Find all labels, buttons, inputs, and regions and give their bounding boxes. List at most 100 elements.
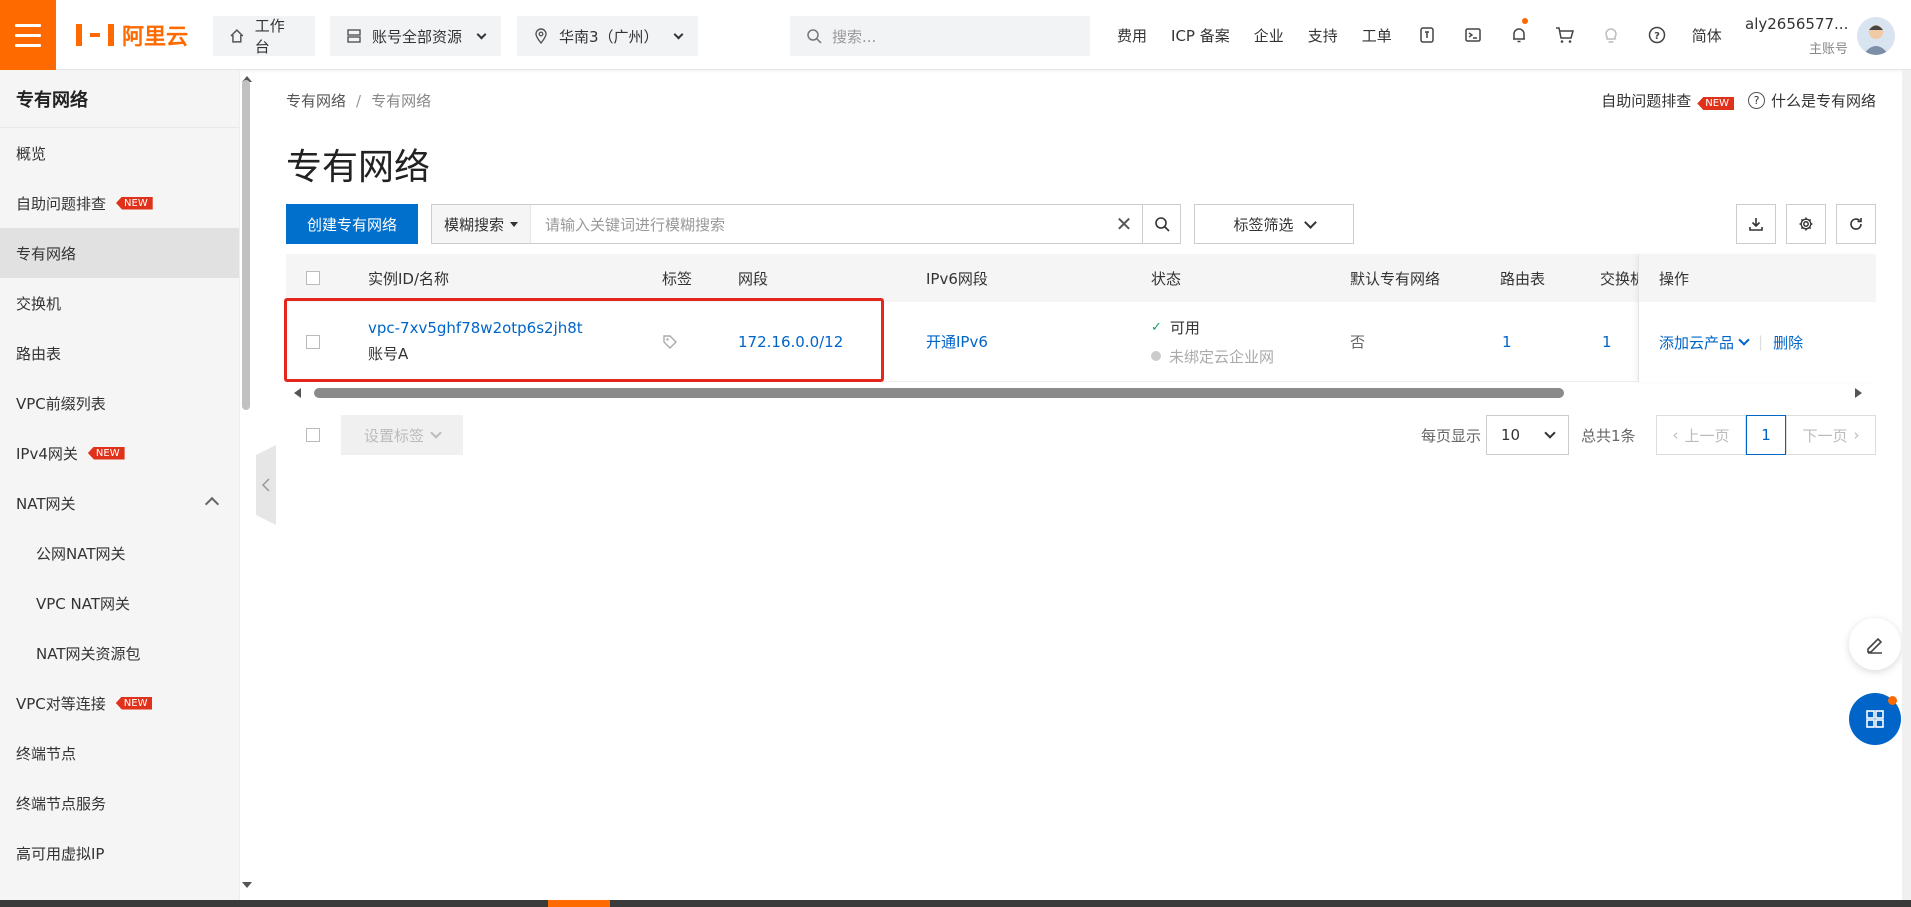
page-1-button[interactable]: 1 <box>1746 415 1786 455</box>
apps-button[interactable] <box>1849 693 1901 745</box>
per-page-label: 每页显示 <box>1421 427 1482 445</box>
language-switch[interactable]: 简体 <box>1680 25 1734 46</box>
search-icon <box>1154 217 1170 232</box>
per-page-select[interactable]: 10 <box>1486 415 1569 455</box>
sidebar-item-prefix-list[interactable]: VPC前缀列表 <box>0 378 239 428</box>
workbench-label: 工作台 <box>254 17 285 56</box>
status-cell: ✓ 可用 未绑定云企业网 <box>1151 302 1274 381</box>
sidebar-item-self-check[interactable]: 自助问题排查 NEW <box>0 178 239 228</box>
new-badge: NEW <box>87 446 125 460</box>
help-icon[interactable]: ? <box>1634 0 1680 70</box>
add-product-dropdown[interactable]: 添加云产品 <box>1659 332 1750 353</box>
lightbulb-icon[interactable] <box>1588 0 1634 70</box>
new-badge: NEW <box>1697 97 1734 110</box>
sidebar-item-label: IPv4网关 <box>16 444 78 463</box>
default-vpc-value: 否 <box>1350 333 1366 351</box>
scroll-right-icon[interactable] <box>1854 388 1862 398</box>
sidebar-item-label: NAT网关资源包 <box>36 644 141 663</box>
terminal-icon[interactable] <box>1450 0 1496 70</box>
breadcrumb-current: 专有网络 <box>371 92 432 110</box>
prev-page-button[interactable]: ‹ 上一页 <box>1656 415 1746 455</box>
cart-icon[interactable] <box>1542 0 1588 70</box>
aliyun-logo[interactable]: 阿里云 <box>76 18 188 52</box>
sidebar-item-label: VPC前缀列表 <box>16 394 106 413</box>
chevron-right-icon: › <box>1853 426 1860 444</box>
sidebar-item-nat-gateway[interactable]: NAT网关 <box>0 478 239 528</box>
self-check-link[interactable]: 自助问题排查 NEW <box>1601 90 1734 111</box>
caret-down-icon <box>510 221 519 227</box>
sidebar-scroll-down-icon[interactable] <box>242 882 252 888</box>
route-table-count-link[interactable]: 1 <box>1502 302 1512 381</box>
status-label: 可用 <box>1169 318 1200 337</box>
table-horizontal-scrollbar[interactable] <box>286 384 1876 398</box>
select-all-checkbox[interactable] <box>306 271 320 285</box>
resources-dropdown[interactable]: 账号全部资源 <box>330 16 501 56</box>
region-label: 华南3（广州） <box>559 27 659 46</box>
page-scrollbar[interactable] <box>1902 70 1911 900</box>
download-button[interactable] <box>1736 204 1776 244</box>
col-ipv6: IPv6网段 <box>926 269 988 288</box>
operations-column: 操作 添加云产品 | 删除 <box>1638 254 1876 382</box>
nav-fees[interactable]: 费用 <box>1105 25 1159 46</box>
sidebar-item-havip[interactable]: 高可用虚拟IP <box>0 828 239 878</box>
workbench-button[interactable]: 工作台 <box>213 16 315 56</box>
user-name: aly2656577... <box>1745 15 1849 33</box>
vswitch-count-link[interactable]: 1 <box>1602 302 1612 381</box>
svg-text:?: ? <box>1654 31 1660 42</box>
sidebar-item-vpc[interactable]: 专有网络 <box>0 228 239 278</box>
sidebar-item-vswitch[interactable]: 交换机 <box>0 278 239 328</box>
nav-support[interactable]: 支持 <box>1296 25 1350 46</box>
create-vpc-button[interactable]: 创建专有网络 <box>286 204 418 244</box>
toolbar: 创建专有网络 模糊搜索 请输入关键词进行模糊搜索 ✕ 标签筛选 <box>286 204 1876 244</box>
delete-link[interactable]: 删除 <box>1773 332 1803 353</box>
highlight-box <box>284 298 884 382</box>
next-page-button[interactable]: 下一页 › <box>1786 415 1876 455</box>
set-tags-button[interactable]: 设置标签 <box>341 415 463 455</box>
user-info[interactable]: aly2656577... 主账号 <box>1745 15 1848 57</box>
sidebar-scrollbar[interactable] <box>242 80 250 410</box>
search-icon <box>807 29 822 44</box>
search-group: 模糊搜索 请输入关键词进行模糊搜索 ✕ <box>431 204 1181 244</box>
enable-ipv6-link[interactable]: 开通IPv6 <box>926 302 988 381</box>
sidebar-item-public-nat[interactable]: 公网NAT网关 <box>0 528 239 578</box>
search-button[interactable] <box>1142 205 1180 243</box>
sidebar-item-nat-package[interactable]: NAT网关资源包 <box>0 628 239 678</box>
sidebar-item-ipv4-gateway[interactable]: IPv4网关 NEW <box>0 428 239 478</box>
scroll-left-icon[interactable] <box>294 388 302 398</box>
sidebar-item-overview[interactable]: 概览 <box>0 128 239 178</box>
sidebar-item-endpoint[interactable]: 终端节点 <box>0 728 239 778</box>
settings-button[interactable] <box>1786 204 1826 244</box>
chevron-left-icon <box>261 478 270 492</box>
cen-status-label: 未绑定云企业网 <box>1169 347 1275 366</box>
what-is-label: 什么是专有网络 <box>1770 92 1876 110</box>
nav-enterprise[interactable]: 企业 <box>1242 25 1296 46</box>
breadcrumb-item[interactable]: 专有网络 <box>286 92 346 110</box>
what-is-vpc-link[interactable]: ? 什么是专有网络 <box>1747 90 1876 111</box>
search-input[interactable]: 请输入关键词进行模糊搜索 <box>531 214 1106 235</box>
bell-icon[interactable] <box>1496 0 1542 70</box>
region-dropdown[interactable]: 华南3（广州） <box>517 16 698 56</box>
sidebar-item-endpoint-service[interactable]: 终端节点服务 <box>0 778 239 828</box>
menu-icon[interactable] <box>0 0 56 70</box>
ai-assistant-icon[interactable] <box>1404 0 1450 70</box>
footer-select-checkbox[interactable] <box>306 428 320 442</box>
search-mode-select[interactable]: 模糊搜索 <box>432 205 532 243</box>
clear-icon[interactable]: ✕ <box>1106 212 1142 236</box>
tag-filter-label: 标签筛选 <box>1233 215 1294 234</box>
global-search-input[interactable]: 搜索... <box>790 16 1090 56</box>
server-icon <box>347 29 361 43</box>
col-cidr: 网段 <box>738 269 769 288</box>
sidebar-collapse-handle[interactable] <box>256 445 276 525</box>
scrollbar-thumb[interactable] <box>314 388 1564 398</box>
nav-ticket[interactable]: 工单 <box>1350 25 1404 46</box>
sidebar-item-label: 概览 <box>16 144 47 163</box>
sidebar-item-route-table[interactable]: 路由表 <box>0 328 239 378</box>
avatar[interactable] <box>1857 17 1895 55</box>
feedback-button[interactable] <box>1849 618 1901 670</box>
sidebar-item-vpc-nat[interactable]: VPC NAT网关 <box>0 578 239 628</box>
nav-icp[interactable]: ICP 备案 <box>1159 25 1242 46</box>
cen-status: 未绑定云企业网 <box>1151 346 1274 367</box>
tag-filter-dropdown[interactable]: 标签筛选 <box>1194 204 1354 244</box>
sidebar-item-vpc-peering[interactable]: VPC对等连接 NEW <box>0 678 239 728</box>
refresh-button[interactable] <box>1836 204 1876 244</box>
